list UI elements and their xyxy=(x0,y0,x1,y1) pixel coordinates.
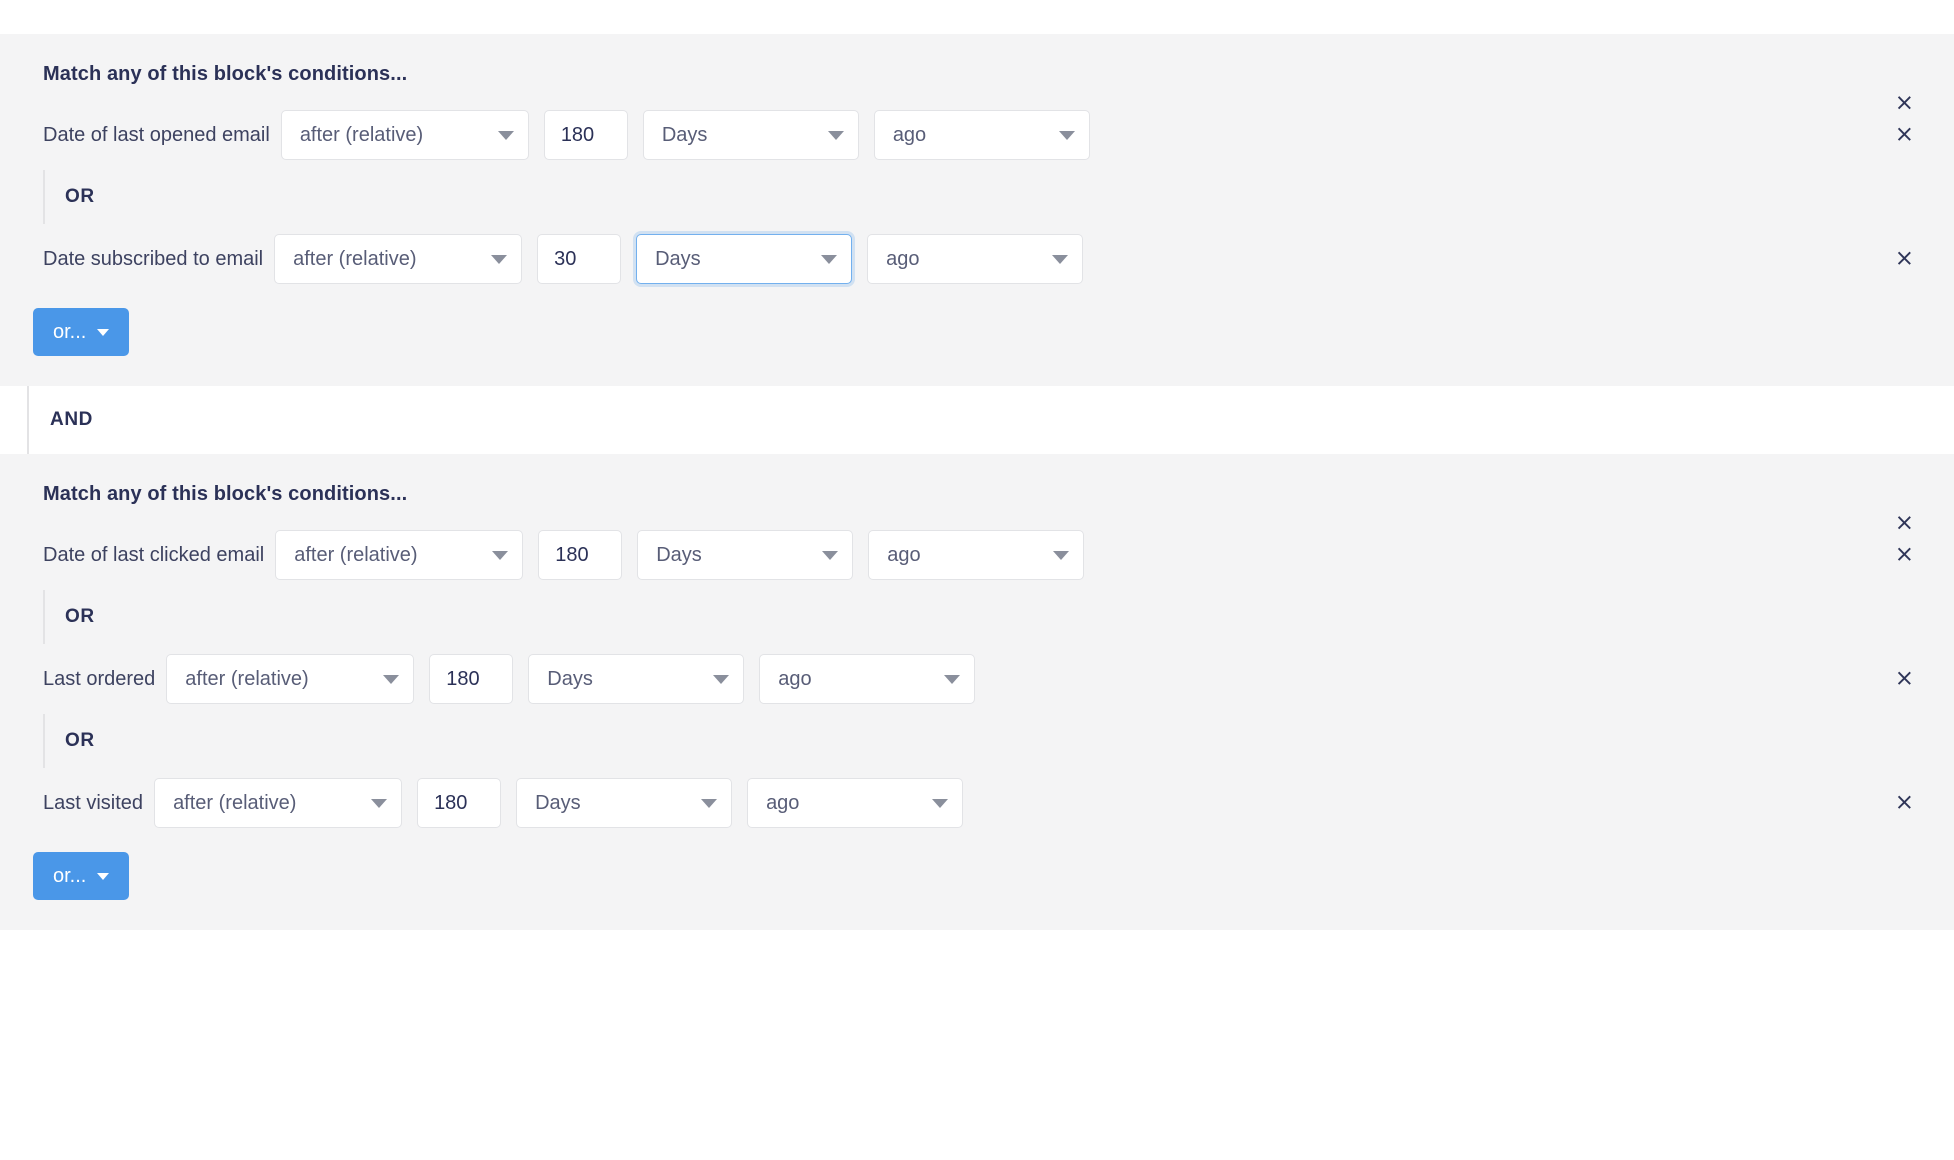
chevron-down-icon xyxy=(1058,130,1075,140)
chevron-down-icon xyxy=(944,674,961,684)
operator-select-value: after (relative) xyxy=(173,791,297,814)
condition-row: Date subscribed to email after (relative… xyxy=(0,228,1954,290)
unit-select[interactable]: Days xyxy=(636,234,853,284)
operator-select[interactable]: after (relative) xyxy=(154,778,403,828)
operator-select-value: after (relative) xyxy=(299,123,424,146)
condition-block-2: Match any of this block's conditions... … xyxy=(0,454,1954,930)
remove-condition-button[interactable]: × xyxy=(1895,123,1914,147)
add-or-condition-wrap: or... xyxy=(0,834,1954,930)
segment-condition-builder: Match any of this block's conditions... … xyxy=(0,0,1954,1160)
add-or-condition-button[interactable]: or... xyxy=(33,308,130,356)
amount-input[interactable]: 30 xyxy=(537,234,622,284)
direction-select[interactable]: ago xyxy=(759,654,976,704)
and-separator: AND xyxy=(0,386,1954,454)
chevron-down-icon xyxy=(713,674,730,684)
block-title: Match any of this block's conditions... xyxy=(43,483,408,505)
block-title: Match any of this block's conditions... xyxy=(43,63,408,85)
direction-select[interactable]: ago xyxy=(747,778,964,828)
or-separator: OR xyxy=(0,586,1954,648)
amount-input-value: 180 xyxy=(446,667,480,690)
or-separator-rule xyxy=(43,590,45,644)
unit-select-value: Days xyxy=(655,247,701,270)
unit-select[interactable]: Days xyxy=(637,530,854,580)
unit-select-value: Days xyxy=(547,667,593,690)
direction-select-value: ago xyxy=(778,667,812,690)
condition-field-label: Last ordered xyxy=(43,668,156,690)
chevron-down-icon xyxy=(497,130,514,140)
amount-input[interactable]: 180 xyxy=(543,110,628,160)
condition-field-label: Date of last clicked email xyxy=(43,544,265,566)
operator-select-value: after (relative) xyxy=(293,247,417,270)
or-separator-label: OR xyxy=(65,186,95,207)
condition-row: Last ordered after (relative) 180 Days a… xyxy=(0,648,1954,710)
operator-select[interactable]: after (relative) xyxy=(166,654,415,704)
and-separator-rule xyxy=(27,386,29,454)
direction-select-value: ago xyxy=(887,543,921,566)
amount-input[interactable]: 180 xyxy=(417,778,502,828)
condition-row: Date of last opened email after (relativ… xyxy=(0,104,1954,166)
chevron-down-icon xyxy=(383,674,400,684)
chevron-down-icon xyxy=(822,550,839,560)
amount-input-value: 180 xyxy=(560,123,595,146)
or-separator: OR xyxy=(0,166,1954,228)
operator-select[interactable]: after (relative) xyxy=(275,530,524,580)
top-spacer xyxy=(0,0,1954,34)
direction-select-value: ago xyxy=(766,791,800,814)
unit-select-value: Days xyxy=(535,791,581,814)
amount-input-value: 180 xyxy=(434,791,468,814)
condition-field-label: Date of last opened email xyxy=(43,124,270,146)
direction-select[interactable]: ago xyxy=(868,530,1085,580)
amount-input[interactable]: 180 xyxy=(538,530,623,580)
or-separator-rule xyxy=(43,714,45,768)
and-separator-label: AND xyxy=(50,409,93,430)
or-separator: OR xyxy=(0,710,1954,772)
caret-down-icon xyxy=(97,872,110,880)
condition-block-1: Match any of this block's conditions... … xyxy=(0,34,1954,386)
remove-condition-button[interactable]: × xyxy=(1895,667,1914,691)
condition-field-label: Date subscribed to email xyxy=(43,248,264,270)
add-or-condition-label: or... xyxy=(53,320,87,343)
remove-condition-button[interactable]: × xyxy=(1895,791,1914,815)
direction-select-value: ago xyxy=(886,247,920,270)
amount-input-value: 30 xyxy=(554,247,577,270)
add-or-condition-button[interactable]: or... xyxy=(33,852,130,900)
direction-select-value: ago xyxy=(892,123,927,146)
chevron-down-icon xyxy=(491,254,508,264)
bottom-spacer xyxy=(0,930,1954,944)
chevron-down-icon xyxy=(821,254,838,264)
direction-select[interactable]: ago xyxy=(873,110,1090,160)
unit-select-value: Days xyxy=(656,543,702,566)
condition-field-label: Last visited xyxy=(43,792,144,814)
or-separator-label: OR xyxy=(65,606,95,627)
chevron-down-icon xyxy=(492,550,509,560)
chevron-down-icon xyxy=(701,798,718,808)
add-or-condition-label: or... xyxy=(53,864,87,887)
unit-select[interactable]: Days xyxy=(516,778,733,828)
unit-select[interactable]: Days xyxy=(642,110,859,160)
operator-select-value: after (relative) xyxy=(294,543,418,566)
operator-select[interactable]: after (relative) xyxy=(280,110,529,160)
chevron-down-icon xyxy=(827,130,844,140)
condition-row: Date of last clicked email after (relati… xyxy=(0,524,1954,586)
condition-row: Last visited after (relative) 180 Days a… xyxy=(0,772,1954,834)
chevron-down-icon xyxy=(1053,550,1070,560)
chevron-down-icon xyxy=(1052,254,1069,264)
direction-select[interactable]: ago xyxy=(867,234,1084,284)
add-or-condition-wrap: or... xyxy=(0,290,1954,386)
unit-select[interactable]: Days xyxy=(528,654,745,704)
chevron-down-icon xyxy=(371,798,388,808)
amount-input-value: 180 xyxy=(555,543,589,566)
remove-condition-button[interactable]: × xyxy=(1895,247,1914,271)
unit-select-value: Days xyxy=(661,123,708,146)
or-separator-rule xyxy=(43,170,45,224)
operator-select[interactable]: after (relative) xyxy=(274,234,523,284)
caret-down-icon xyxy=(97,328,110,336)
remove-condition-button[interactable]: × xyxy=(1895,543,1914,567)
chevron-down-icon xyxy=(932,798,949,808)
or-separator-label: OR xyxy=(65,730,95,751)
amount-input[interactable]: 180 xyxy=(429,654,514,704)
operator-select-value: after (relative) xyxy=(185,667,309,690)
